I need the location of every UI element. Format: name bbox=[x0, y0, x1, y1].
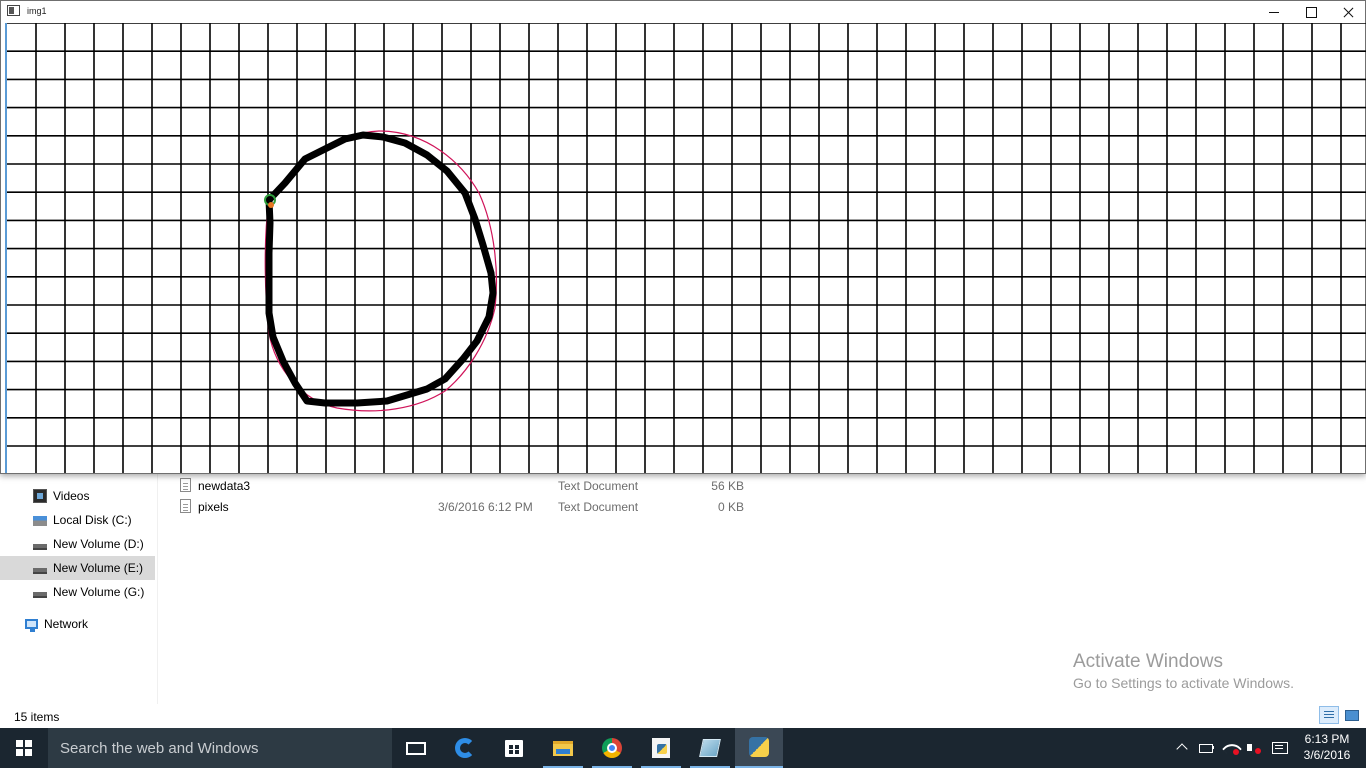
details-view-button[interactable] bbox=[1319, 706, 1339, 724]
nav-item-local-disk-c[interactable]: Local Disk (C:) bbox=[0, 508, 155, 532]
nav-label: Local Disk (C:) bbox=[53, 513, 132, 527]
drive-icon bbox=[33, 592, 47, 598]
show-hidden-icons-chevron-icon[interactable] bbox=[1175, 740, 1189, 754]
watermark-subtitle: Go to Settings to activate Windows. bbox=[1073, 675, 1294, 691]
nav-label: New Volume (E:) bbox=[53, 561, 144, 575]
battery-icon[interactable] bbox=[1198, 740, 1214, 756]
img1-window: img1 bbox=[0, 0, 1366, 474]
file-size: 0 KB bbox=[717, 500, 744, 514]
nav-item-new-volume-d[interactable]: New Volume (D:) bbox=[0, 532, 155, 556]
watermark-title: Activate Windows bbox=[1073, 651, 1223, 672]
text-file-icon bbox=[180, 499, 191, 513]
store-icon bbox=[505, 739, 523, 757]
file-name: pixels bbox=[198, 500, 229, 514]
drive-icon bbox=[33, 568, 47, 574]
clock-time: 6:13 PM bbox=[1304, 732, 1350, 746]
freehand-stroke bbox=[265, 131, 497, 407]
python-icon bbox=[749, 737, 769, 757]
file-row[interactable]: newdata3 Text Document 56 KB bbox=[160, 476, 760, 496]
clock-date: 3/6/2016 bbox=[1303, 748, 1351, 762]
start-button[interactable] bbox=[0, 728, 48, 768]
nav-label: New Volume (D:) bbox=[53, 537, 144, 551]
notepad-button[interactable] bbox=[686, 728, 734, 768]
python-file-icon bbox=[652, 738, 670, 758]
windows-logo-icon bbox=[16, 740, 32, 756]
nav-label: Network bbox=[44, 617, 89, 631]
chrome-button[interactable] bbox=[588, 728, 636, 768]
store-button[interactable] bbox=[490, 728, 538, 768]
close-button[interactable] bbox=[1325, 1, 1366, 23]
start-point-marker bbox=[268, 202, 274, 208]
nav-label: New Volume (G:) bbox=[53, 585, 145, 599]
local-disk-icon bbox=[33, 516, 47, 526]
task-view-button[interactable] bbox=[392, 728, 440, 768]
python-file-button[interactable] bbox=[637, 728, 685, 768]
file-name: newdata3 bbox=[198, 479, 251, 493]
grid-lines bbox=[7, 23, 1366, 473]
file-date: 3/6/2016 6:12 PM bbox=[438, 500, 533, 514]
drive-icon bbox=[33, 544, 47, 550]
file-explorer-icon bbox=[553, 740, 573, 756]
large-icons-view-button[interactable] bbox=[1341, 706, 1361, 724]
nav-item-new-volume-g[interactable]: New Volume (G:) bbox=[0, 580, 155, 604]
text-file-icon bbox=[180, 478, 191, 492]
navigation-pane: Videos Local Disk (C:) New Volume (D:) N… bbox=[0, 472, 158, 704]
search-box[interactable]: Search the web and Windows bbox=[48, 728, 392, 768]
nav-item-new-volume-e[interactable]: New Volume (E:) bbox=[0, 556, 155, 580]
action-center-icon[interactable] bbox=[1271, 740, 1288, 756]
nav-item-network[interactable]: Network bbox=[0, 612, 155, 636]
clock[interactable]: 6:13 PM 3/6/2016 bbox=[1296, 731, 1358, 763]
app-icon bbox=[7, 5, 20, 16]
chrome-icon bbox=[602, 738, 622, 758]
title-bar[interactable]: img1 bbox=[1, 1, 1365, 23]
file-row[interactable]: pixels 3/6/2016 6:12 PM Text Document 0 … bbox=[160, 497, 760, 517]
python-button[interactable] bbox=[735, 728, 783, 768]
nav-label: Videos bbox=[53, 489, 90, 503]
volume-icon[interactable] bbox=[1246, 740, 1262, 756]
edge-icon bbox=[455, 738, 475, 758]
file-explorer-button[interactable] bbox=[539, 728, 587, 768]
search-placeholder: Search the web and Windows bbox=[60, 740, 259, 757]
file-type: Text Document bbox=[558, 500, 639, 514]
drawing-canvas[interactable] bbox=[5, 23, 1366, 473]
file-type: Text Document bbox=[558, 479, 639, 493]
window-title: img1 bbox=[27, 6, 47, 16]
file-size: 56 KB bbox=[711, 479, 744, 493]
activation-watermark: Activate Windows Go to Settings to activ… bbox=[1073, 651, 1294, 691]
grid-canvas-svg[interactable] bbox=[7, 23, 1366, 473]
edge-button[interactable] bbox=[441, 728, 489, 768]
network-icon bbox=[25, 619, 38, 632]
wifi-icon[interactable] bbox=[1223, 740, 1239, 756]
item-count: 15 items bbox=[14, 710, 60, 724]
status-bar: 15 items bbox=[0, 706, 1366, 728]
nav-item-videos[interactable]: Videos bbox=[0, 484, 155, 508]
contour-outline bbox=[264, 130, 498, 412]
notepad-icon bbox=[699, 739, 721, 757]
task-view-icon bbox=[406, 741, 426, 755]
videos-icon bbox=[33, 489, 47, 503]
taskbar: Search the web and Windows 6:13 PM 3/6/2… bbox=[0, 728, 1366, 768]
